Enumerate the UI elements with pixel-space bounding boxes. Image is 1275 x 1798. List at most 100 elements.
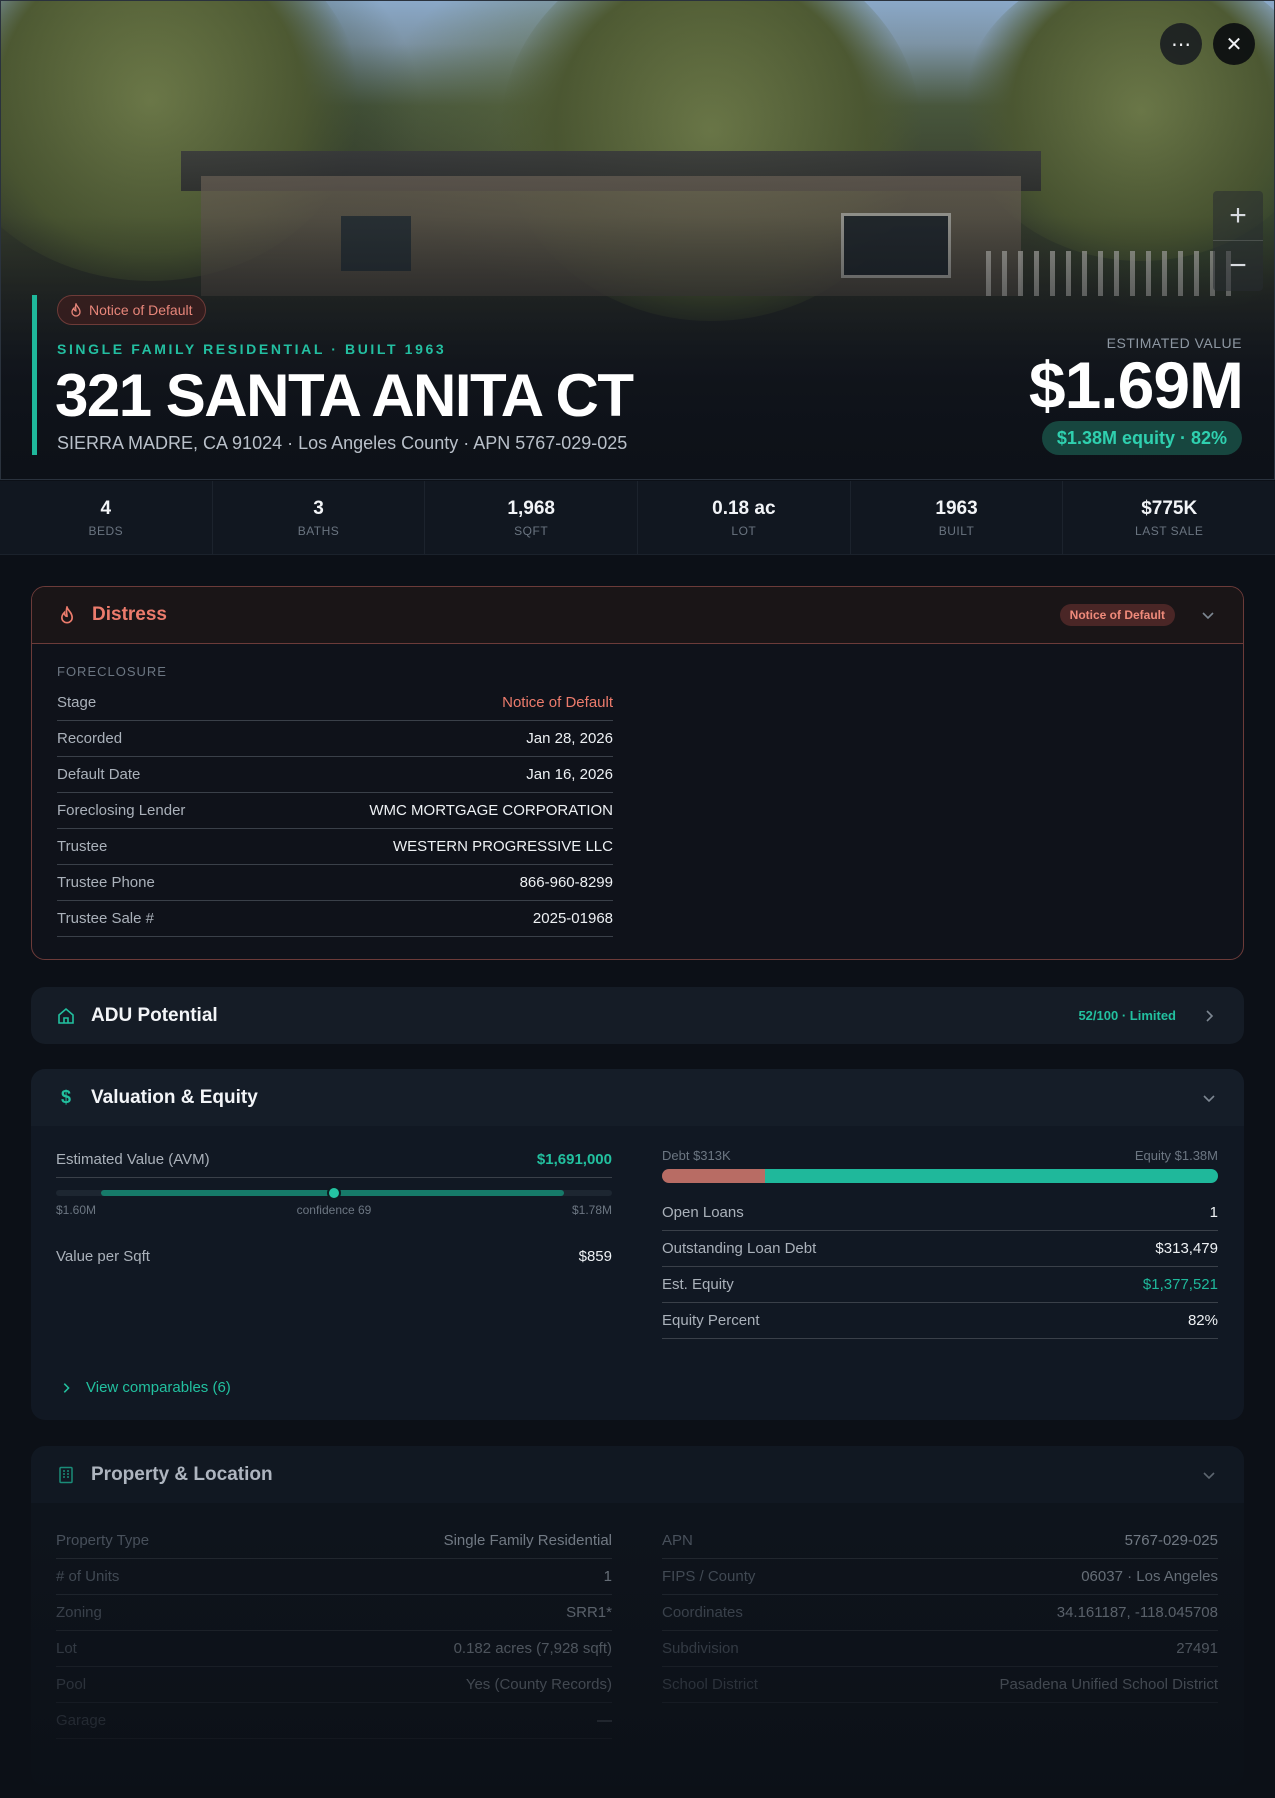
- table-row: Outstanding Loan Debt $313,479: [662, 1231, 1218, 1267]
- stat-label: SQFT: [514, 523, 549, 538]
- row-value: 06037 · Los Angeles: [1081, 1568, 1218, 1585]
- row-value: Yes (County Records): [465, 1676, 612, 1693]
- row-value: 1: [603, 1568, 612, 1585]
- property-hero-photo: ⋯ ✕ + − Notice of Default SINGLE FAMILY …: [0, 0, 1275, 480]
- table-row: Equity Percent 82%: [662, 1303, 1218, 1339]
- table-row: # of Units 1: [56, 1559, 612, 1595]
- stat-value: 1963: [935, 497, 978, 519]
- stat-value: 3: [313, 497, 324, 519]
- debt-segment: [662, 1169, 765, 1183]
- foreclosure-section: FORECLOSURE Stage Notice of Default Record…: [57, 664, 613, 937]
- row-label: FIPS / County: [662, 1568, 756, 1585]
- row-value: Notice of Default: [502, 694, 613, 711]
- valuation-card-header[interactable]: $ Valuation & Equity: [31, 1069, 1244, 1126]
- stat-lot: 0.18 ac LOT: [638, 481, 851, 554]
- table-row: Est. Equity $1,377,521: [662, 1267, 1218, 1303]
- property-subaddress: SIERRA MADRE, CA 91024 · Los Angeles Cou…: [57, 433, 628, 453]
- stat-sqft: 1,968 SQFT: [425, 481, 639, 554]
- table-row: Garage —: [56, 1703, 612, 1739]
- row-value: Pasadena Unified School District: [999, 1676, 1218, 1693]
- debt-equity-bar: [662, 1169, 1218, 1183]
- range-high: $1.78M: [571, 1203, 612, 1217]
- property-card-header[interactable]: Property & Location: [31, 1446, 1244, 1503]
- stat-label: BATHS: [297, 523, 340, 538]
- zoom-out-button[interactable]: −: [1213, 241, 1263, 291]
- building-icon: [55, 1464, 77, 1486]
- table-row: Trustee Phone 866-960-8299: [57, 865, 613, 901]
- property-stats-bar: 4 BEDS 3 BATHS 1,968 SQFT 0.18 ac LOT 1963 BU…: [0, 481, 1275, 555]
- row-value: 2025-01968: [532, 910, 613, 927]
- equity-label: Equity $1.38M: [1134, 1148, 1218, 1163]
- chevron-down-icon[interactable]: [1197, 604, 1219, 626]
- adu-title: ADU Potential: [91, 1004, 218, 1026]
- view-comparables-label: View comparables (6): [86, 1379, 231, 1396]
- row-value: WMC MORTGAGE CORPORATION: [369, 802, 613, 819]
- adu-card-header[interactable]: ADU Potential 52/100 · Limited: [31, 987, 1244, 1044]
- table-row: Subdivision 27491: [662, 1631, 1218, 1667]
- equity-segment: [764, 1169, 1218, 1183]
- adu-score: 52/100 · Limited: [1078, 1008, 1176, 1023]
- property-location-card: Property & Location Property Type Single …: [31, 1446, 1244, 1786]
- row-value: 1: [1209, 1204, 1218, 1221]
- table-row: Property Type Single Family Residential: [56, 1523, 612, 1559]
- distress-card: Distress Notice of Default FORECLOSURE S…: [31, 586, 1244, 960]
- chevron-down-icon[interactable]: [1198, 1087, 1220, 1109]
- row-value: 5767-029-025: [1124, 1532, 1218, 1549]
- table-row: Pool Yes (County Records): [56, 1667, 612, 1703]
- row-label: Coordinates: [662, 1604, 743, 1621]
- table-row: Coordinates 34.161187, -118.045708: [662, 1595, 1218, 1631]
- stat-built: 1963 BUILT: [851, 481, 1064, 554]
- property-title: Property & Location: [91, 1463, 273, 1485]
- distress-card-header[interactable]: Distress Notice of Default: [32, 587, 1243, 644]
- row-label: Est. Equity: [662, 1276, 734, 1293]
- row-value: Single Family Residential: [443, 1532, 612, 1549]
- zoom-in-button[interactable]: +: [1213, 191, 1263, 241]
- stat-baths: 3 BATHS: [213, 481, 426, 554]
- stat-value: 4: [100, 497, 112, 519]
- range-confidence: confidence 69: [296, 1203, 372, 1217]
- row-label: Equity Percent: [662, 1312, 760, 1329]
- property-kicker: SINGLE FAMILY RESIDENTIAL · BUILT 1963: [57, 341, 447, 357]
- table-row: Trustee WESTERN PROGRESSIVE LLC: [57, 829, 613, 865]
- table-row: School District Pasadena Unified School D…: [662, 1667, 1218, 1703]
- row-label: Property Type: [56, 1532, 150, 1549]
- more-icon: ⋯: [1171, 33, 1191, 56]
- table-row: APN 5767-029-025: [662, 1523, 1218, 1559]
- per-sqft-label: Value per Sqft: [56, 1247, 150, 1265]
- row-label: Default Date: [57, 766, 141, 783]
- close-icon: ✕: [1225, 33, 1243, 56]
- distress-status-badge: Notice of Default: [1059, 604, 1175, 626]
- dollar-icon: $: [60, 1087, 71, 1107]
- row-label: Pool: [56, 1676, 87, 1693]
- stat-label: LAST SALE: [1135, 523, 1204, 538]
- table-row: Open Loans 1: [662, 1195, 1218, 1231]
- row-label: Trustee Sale #: [57, 910, 154, 927]
- flame-icon: [56, 604, 78, 626]
- row-label: Lot: [56, 1640, 77, 1657]
- row-label: Stage: [57, 694, 97, 711]
- adu-card[interactable]: ADU Potential 52/100 · Limited: [31, 987, 1244, 1044]
- more-options-button[interactable]: ⋯: [1160, 23, 1202, 65]
- estimated-value: $1.69M: [1028, 348, 1244, 422]
- row-value: 866-960-8299: [519, 874, 613, 891]
- row-label: Open Loans: [662, 1204, 744, 1221]
- row-value: 34.161187, -118.045708: [1056, 1604, 1218, 1621]
- chevron-down-icon[interactable]: [1198, 1464, 1220, 1486]
- stat-label: LOT: [731, 523, 757, 538]
- chevron-right-icon: [63, 1382, 70, 1393]
- close-button[interactable]: ✕: [1213, 23, 1255, 65]
- row-label: Trustee Phone: [57, 874, 155, 891]
- row-value: 27491: [1176, 1640, 1218, 1657]
- chevron-right-icon[interactable]: [1198, 1005, 1220, 1027]
- flame-icon: [71, 303, 81, 317]
- row-value: 0.182 acres (7,928 sqft): [453, 1640, 612, 1657]
- table-row: Foreclosing Lender WMC MORTGAGE CORPORATI…: [57, 793, 613, 829]
- row-value: 82%: [1187, 1312, 1218, 1329]
- view-comparables-link[interactable]: View comparables (6): [60, 1379, 231, 1396]
- per-sqft-row: Value per Sqft $859: [56, 1238, 612, 1274]
- map-zoom-controls: + −: [1213, 191, 1263, 291]
- avm-label: Estimated Value (AVM): [56, 1151, 210, 1168]
- avm-row: Estimated Value (AVM) $1,691,000: [56, 1142, 612, 1178]
- table-row: Default Date Jan 16, 2026: [57, 757, 613, 793]
- row-label: School District: [662, 1676, 758, 1693]
